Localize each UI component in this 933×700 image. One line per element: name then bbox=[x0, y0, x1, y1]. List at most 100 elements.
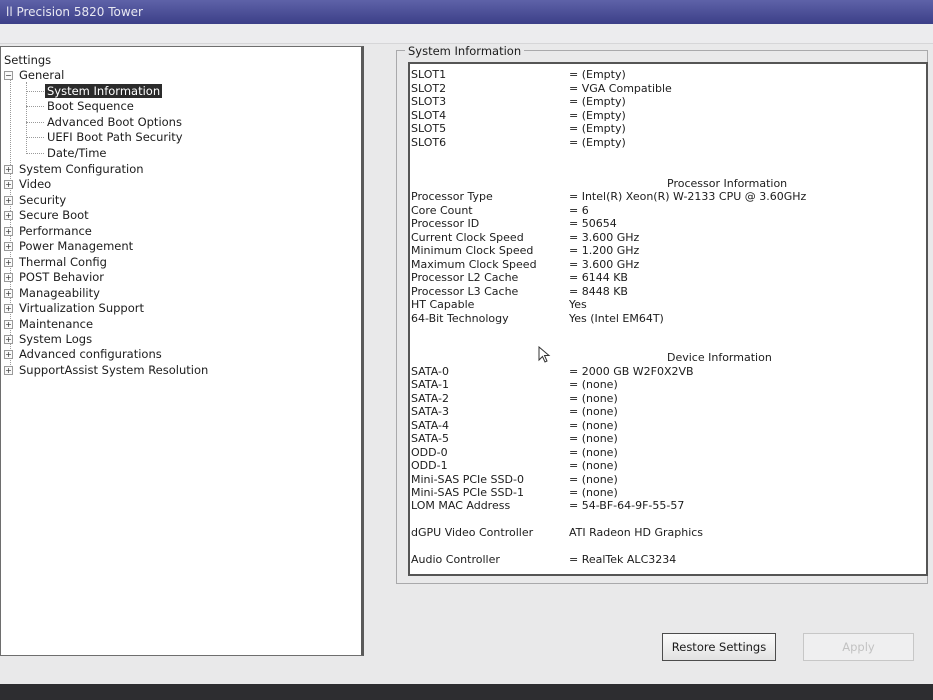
tree-item-label: System Configuration bbox=[19, 162, 144, 176]
info-label: Processor L3 Cache bbox=[411, 285, 519, 298]
tree-item-security[interactable]: + Security bbox=[4, 193, 66, 207]
info-value: = 8448 KB bbox=[569, 285, 628, 298]
tree-item-label: General bbox=[19, 68, 65, 82]
info-value: = (none) bbox=[569, 459, 618, 472]
info-value: = (none) bbox=[569, 392, 618, 405]
tree-item-advanced-boot-options[interactable]: Advanced Boot Options bbox=[47, 115, 182, 129]
info-label: Minimum Clock Speed bbox=[411, 244, 534, 257]
window-title-bar: ll Precision 5820 Tower bbox=[0, 0, 933, 24]
tree-item-label: Advanced configurations bbox=[19, 347, 162, 361]
info-value: = (none) bbox=[569, 405, 618, 418]
info-label: SATA-5 bbox=[411, 432, 449, 445]
tree-item-general[interactable]: − General bbox=[4, 68, 64, 82]
info-label: Mini-SAS PCIe SSD-0 bbox=[411, 473, 524, 486]
info-value: = 1.200 GHz bbox=[569, 244, 640, 257]
tree-item-label: Advanced Boot Options bbox=[47, 115, 182, 129]
expand-icon[interactable]: + bbox=[4, 211, 13, 220]
info-value: = RealTek ALC3234 bbox=[569, 553, 677, 566]
info-label: SATA-3 bbox=[411, 405, 449, 418]
tree-item-label: Maintenance bbox=[19, 317, 94, 331]
info-label: SLOT2 bbox=[411, 82, 447, 95]
tree-item-post-behavior[interactable]: + POST Behavior bbox=[4, 270, 104, 284]
info-label: Processor Type bbox=[411, 190, 493, 203]
info-value: = (none) bbox=[569, 378, 618, 391]
tree-connector bbox=[26, 137, 44, 138]
tree-connector bbox=[26, 106, 44, 107]
expand-icon[interactable]: + bbox=[4, 366, 13, 375]
settings-tree-panel[interactable]: Settings − General System Information Boo… bbox=[0, 46, 364, 656]
menu-strip bbox=[0, 24, 933, 44]
tree-connector bbox=[26, 153, 44, 154]
info-value: = 3.600 GHz bbox=[569, 258, 640, 271]
expand-icon[interactable]: + bbox=[4, 350, 13, 359]
tree-item-maintenance[interactable]: + Maintenance bbox=[4, 317, 93, 331]
info-label: Processor ID bbox=[411, 217, 480, 230]
tree-item-video[interactable]: + Video bbox=[4, 177, 51, 191]
tree-connector bbox=[26, 82, 27, 152]
expand-icon[interactable]: + bbox=[4, 227, 13, 236]
tree-item-label: System Information bbox=[45, 84, 163, 98]
info-label: Processor L2 Cache bbox=[411, 271, 519, 284]
expand-icon[interactable]: + bbox=[4, 165, 13, 174]
tree-item-label: POST Behavior bbox=[19, 270, 105, 284]
expand-icon[interactable]: + bbox=[4, 289, 13, 298]
tree-item-system-configuration[interactable]: + System Configuration bbox=[4, 162, 144, 176]
tree-item-power-management[interactable]: + Power Management bbox=[4, 239, 133, 253]
expand-icon[interactable]: + bbox=[4, 258, 13, 267]
tree-item-label: Thermal Config bbox=[19, 255, 107, 269]
info-label: LOM MAC Address bbox=[411, 499, 511, 512]
info-label: SLOT1 bbox=[411, 68, 447, 81]
tree-item-manageability[interactable]: + Manageability bbox=[4, 286, 100, 300]
apply-button[interactable]: Apply bbox=[803, 633, 914, 661]
tree-item-boot-sequence[interactable]: Boot Sequence bbox=[47, 99, 134, 113]
tree-item-system-information[interactable]: System Information bbox=[45, 84, 163, 98]
info-value: ATI Radeon HD Graphics bbox=[569, 526, 704, 539]
tree-item-secure-boot[interactable]: + Secure Boot bbox=[4, 208, 89, 222]
tree-item-label: SupportAssist System Resolution bbox=[19, 363, 209, 377]
expand-icon[interactable]: + bbox=[4, 180, 13, 189]
tree-item-label: Power Management bbox=[19, 239, 134, 253]
info-label: ODD-0 bbox=[411, 446, 448, 459]
tree-item-thermal-config[interactable]: + Thermal Config bbox=[4, 255, 107, 269]
tree-root-settings: Settings bbox=[4, 53, 52, 67]
expand-icon[interactable]: + bbox=[4, 242, 13, 251]
info-value: = VGA Compatible bbox=[569, 82, 672, 95]
processor-information-header: Processor Information bbox=[667, 177, 788, 190]
tree-item-label: Date/Time bbox=[47, 146, 107, 160]
tree-item-date-time[interactable]: Date/Time bbox=[47, 146, 107, 160]
tree-item-label: Secure Boot bbox=[19, 208, 89, 222]
info-value: = 50654 bbox=[569, 217, 617, 230]
tree-item-supportassist-system-resolution[interactable]: + SupportAssist System Resolution bbox=[4, 363, 208, 377]
expand-icon[interactable]: + bbox=[4, 304, 13, 313]
tree-item-uefi-boot-path-security[interactable]: UEFI Boot Path Security bbox=[47, 130, 183, 144]
info-label: Audio Controller bbox=[411, 553, 500, 566]
tree-item-label: Performance bbox=[19, 224, 92, 238]
restore-settings-button[interactable]: Restore Settings bbox=[662, 633, 776, 661]
tree-item-label: Video bbox=[19, 177, 52, 191]
info-value: = (Empty) bbox=[569, 122, 626, 135]
info-label: SATA-0 bbox=[411, 365, 449, 378]
expand-icon[interactable]: + bbox=[4, 196, 13, 205]
info-value: = (none) bbox=[569, 432, 618, 445]
tree-item-performance[interactable]: + Performance bbox=[4, 224, 92, 238]
tree-item-label: System Logs bbox=[19, 332, 93, 346]
info-value: Yes (Intel EM64T) bbox=[569, 312, 664, 325]
tree-item-label: Security bbox=[19, 193, 67, 207]
info-label: dGPU Video Controller bbox=[411, 526, 534, 539]
info-label: 64-Bit Technology bbox=[411, 312, 509, 325]
group-title: System Information bbox=[405, 44, 525, 58]
expand-icon[interactable]: + bbox=[4, 273, 13, 282]
info-value: = 54-BF-64-9F-55-57 bbox=[569, 499, 685, 512]
tree-item-system-logs[interactable]: + System Logs bbox=[4, 332, 92, 346]
info-label: SLOT4 bbox=[411, 109, 447, 122]
tree-item-advanced-configurations[interactable]: + Advanced configurations bbox=[4, 347, 162, 361]
info-label: SLOT6 bbox=[411, 136, 447, 149]
tree-connector bbox=[26, 122, 44, 123]
info-label: Mini-SAS PCIe SSD-1 bbox=[411, 486, 524, 499]
tree-item-virtualization-support[interactable]: + Virtualization Support bbox=[4, 301, 144, 315]
expand-icon[interactable]: + bbox=[4, 335, 13, 344]
info-value: = 2000 GB W2F0X2VB bbox=[569, 365, 694, 378]
expand-icon[interactable]: + bbox=[4, 320, 13, 329]
collapse-icon[interactable]: − bbox=[4, 71, 13, 80]
tree-item-label: UEFI Boot Path Security bbox=[47, 130, 183, 144]
